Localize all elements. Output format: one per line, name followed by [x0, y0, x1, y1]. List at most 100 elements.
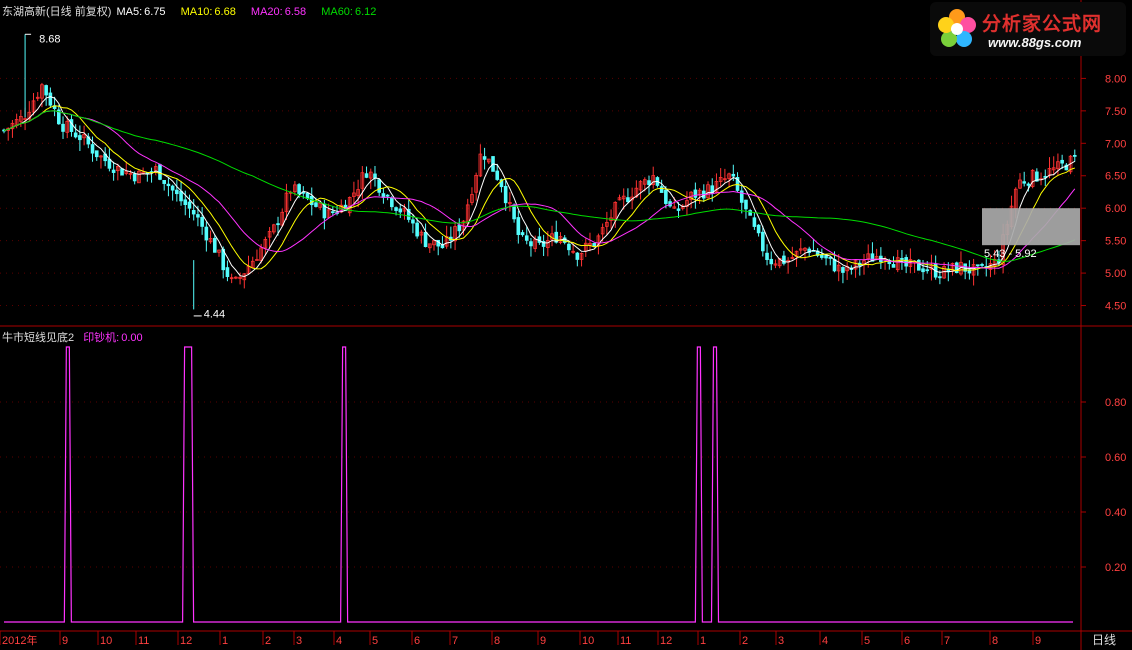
logo-url: www.88gs.com [988, 35, 1082, 50]
x-tick-label: 11 [620, 635, 631, 647]
candle-body [925, 269, 930, 272]
candle-body [516, 217, 521, 235]
candle-body [512, 204, 516, 220]
x-tick-label: 2012年 [2, 633, 37, 647]
candle-body [61, 123, 65, 132]
candle-body [225, 267, 230, 277]
candle-body [200, 216, 204, 227]
candle-body [769, 258, 774, 265]
candle-body [457, 224, 462, 232]
x-tick-label: 6 [904, 635, 910, 647]
candle-body [187, 201, 192, 209]
price-tick-label: 6.00 [1105, 203, 1126, 215]
candle-body [938, 276, 942, 279]
candle-body [744, 199, 748, 210]
price-tick-label: 7.50 [1105, 106, 1126, 118]
candle-body [731, 173, 736, 177]
candle-body [503, 185, 508, 204]
price-legend: 东湖高新(日线 前复权) MA5: 6.75 MA10: 6.68 MA20: 6.5… [2, 3, 388, 19]
candle-body [331, 211, 335, 214]
x-tick-label: 7 [452, 635, 458, 647]
candle-body [377, 179, 381, 193]
candle-body [765, 252, 769, 260]
candle-body [196, 214, 200, 218]
candle-body [904, 257, 908, 267]
x-tick-label: 8 [494, 635, 500, 647]
indicator-series-line [4, 346, 1073, 623]
candle-body [520, 232, 525, 236]
indicator-tick-label: 0.80 [1105, 397, 1126, 409]
x-tick-label: 12 [180, 635, 192, 647]
x-tick-label: 2 [265, 635, 271, 647]
high-label: 8.68 [39, 33, 60, 45]
price-tick-label: 8.00 [1105, 73, 1126, 85]
candle-body [482, 156, 487, 160]
candle-body [170, 185, 175, 191]
candle-body [524, 235, 529, 241]
candle-body [756, 224, 761, 234]
candle-body [162, 179, 166, 184]
candle-body [398, 208, 403, 213]
range-box [982, 208, 1080, 246]
low-label: 4.44 [204, 308, 225, 320]
candle-body [204, 226, 209, 241]
price-tick-label: 4.50 [1105, 301, 1126, 313]
candle-body [94, 150, 99, 158]
range-label: 5.43 - 5.92 [984, 248, 1037, 260]
candle-body [529, 241, 533, 247]
logo-brand: 分析家公式网 [982, 14, 1103, 35]
indicator-tick-label: 0.60 [1105, 452, 1126, 464]
candle-body [659, 186, 664, 193]
candle-body [495, 170, 500, 180]
x-tick-label: 5 [372, 635, 378, 647]
x-tick-label: 8 [992, 635, 998, 647]
price-tick-label: 7.00 [1105, 138, 1126, 150]
indicator-tick-label: 0.20 [1105, 562, 1126, 574]
candle-body [752, 217, 757, 227]
candle-body [976, 264, 980, 267]
candle-body [166, 183, 171, 187]
candle-body [179, 190, 183, 202]
candle-body [832, 258, 837, 272]
x-tick-label: 10 [582, 635, 594, 647]
candle-body [1026, 183, 1031, 186]
period-label: 日线 [1092, 633, 1116, 647]
x-tick-label: 9 [62, 635, 68, 647]
candle-body [1022, 181, 1026, 184]
candle-body [761, 231, 765, 252]
x-tick-label: 2 [742, 635, 748, 647]
x-tick-label: 5 [864, 635, 870, 647]
candle-body [132, 173, 137, 182]
ma5-legend: MA5: 6.75 [116, 6, 166, 18]
ma20-legend: MA20: 6.58 [250, 6, 307, 18]
candle-body [562, 237, 567, 243]
indicator-series-legend: 印钞机: 0.00 [83, 332, 143, 344]
candle-body [647, 180, 651, 186]
indicator-name: 牛市短线见底2 [2, 332, 75, 344]
candle-body [748, 210, 752, 216]
x-tick-label: 4 [336, 635, 342, 647]
candle-body [111, 169, 116, 173]
price-tick-label: 6.50 [1105, 171, 1126, 183]
candle-body [664, 189, 668, 204]
candle-body [900, 257, 904, 260]
x-tick-label: 3 [296, 635, 302, 647]
x-tick-label: 3 [778, 635, 784, 647]
indicator-tick-label: 0.40 [1105, 507, 1126, 519]
x-tick-label: 1 [700, 635, 706, 647]
candle-body [183, 199, 188, 205]
candle-body [567, 243, 571, 251]
candle-body [394, 207, 398, 211]
candle-body [120, 168, 124, 176]
indicator-legend: 牛市短线见底2 印钞机: 0.00 [2, 329, 155, 345]
candle-body [921, 268, 925, 273]
x-tick-label: 10 [100, 635, 112, 647]
candle-body [1072, 154, 1077, 157]
stock-chart[interactable]: 8.00 7.50 7.00 6.50 6.00 5.50 5.00 4.50 8.68 4.44… [0, 0, 1132, 650]
x-tick-label: 1 [222, 635, 228, 647]
candle-body [48, 92, 53, 106]
candle-body [693, 189, 698, 198]
candle-body [411, 219, 415, 224]
x-tick-label: 12 [660, 635, 672, 647]
candle-body [891, 264, 896, 268]
